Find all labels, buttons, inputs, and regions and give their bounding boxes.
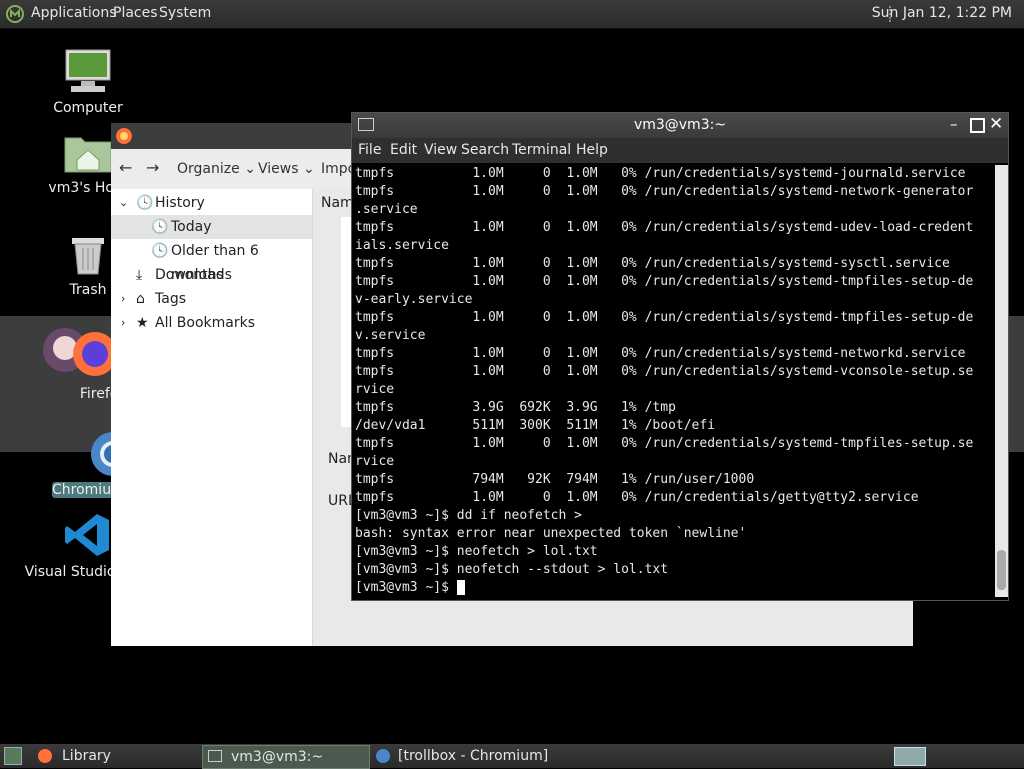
- task-label: [trollbox - Chromium]: [398, 748, 549, 764]
- sidebar-item-today[interactable]: 🕓 Today: [111, 215, 312, 239]
- computer-icon: [65, 49, 111, 92]
- clock-icon: 🕓: [151, 219, 169, 235]
- task-chromium[interactable]: [trollbox - Chromium]: [372, 745, 622, 767]
- clock-icon: 🕓: [151, 243, 169, 259]
- desktop-icon-label: Visual Studio: [24, 564, 116, 580]
- menu-view[interactable]: View: [424, 142, 457, 158]
- sidebar-item-label: Downloads: [155, 267, 232, 283]
- show-desktop-icon[interactable]: [4, 747, 22, 765]
- terminal-output[interactable]: tmpfs 1.0M 0 1.0M 0% /run/credentials/sy…: [352, 165, 995, 597]
- sidebar-item-all-bookmarks[interactable]: › ★ All Bookmarks: [111, 311, 312, 335]
- import-menu[interactable]: Impo: [321, 161, 356, 177]
- chevron-down-icon[interactable]: ⌄: [119, 191, 128, 215]
- tag-icon: ⌂: [136, 291, 145, 307]
- clock[interactable]: Sun Jan 12, 1:22 PM: [872, 5, 1012, 21]
- clock-icon: 🕓: [136, 195, 154, 211]
- places-menu[interactable]: Places: [113, 5, 158, 21]
- forward-button[interactable]: →: [146, 158, 159, 177]
- task-terminal[interactable]: vm3@vm3:~: [202, 745, 370, 769]
- chevron-right-icon[interactable]: ›: [121, 287, 125, 311]
- chromium-icon: [91, 432, 135, 476]
- terminal-titlebar[interactable]: vm3@vm3:~ – ✕: [352, 113, 1008, 138]
- terminal-window: vm3@vm3:~ – ✕ File Edit View Search Term…: [352, 113, 1008, 600]
- terminal-title: vm3@vm3:~: [633, 117, 727, 133]
- system-menu[interactable]: System: [159, 5, 211, 21]
- views-menu[interactable]: Views ⌄: [258, 161, 315, 177]
- task-label: Library: [62, 748, 111, 764]
- vscode-icon: [65, 514, 109, 556]
- terminal-icon: [208, 750, 222, 762]
- home-folder-icon: [64, 137, 112, 173]
- scrollbar-thumb[interactable]: [997, 550, 1006, 590]
- terminal-scrollbar[interactable]: [995, 165, 1008, 597]
- organize-label: Organize: [177, 161, 240, 177]
- terminal-menubar: File Edit View Search Terminal Help: [352, 138, 1008, 163]
- minimize-icon[interactable]: –: [950, 115, 958, 133]
- sidebar-item-history[interactable]: ⌄ 🕓 History: [111, 191, 312, 215]
- desktop-icon-label: Computer: [53, 100, 123, 116]
- terminal-lines: tmpfs 1.0M 0 1.0M 0% /run/credentials/sy…: [355, 166, 974, 595]
- cursor: [456, 580, 465, 595]
- close-icon[interactable]: ✕: [989, 114, 1003, 134]
- sidebar-item-label: Tags: [155, 291, 186, 307]
- menu-search[interactable]: Search: [461, 142, 509, 158]
- top-panel: Applications Places System Sun Jan 12, 1…: [0, 0, 1024, 29]
- sidebar-item-older[interactable]: 🕓 Older than 6 months: [111, 239, 312, 283]
- library-sidebar: ⌄ 🕓 History 🕓 Today 🕓 Older than 6 month…: [111, 189, 313, 646]
- menu-edit[interactable]: Edit: [390, 142, 417, 158]
- menu-terminal[interactable]: Terminal: [512, 142, 571, 158]
- views-label: Views: [258, 161, 299, 177]
- trash-icon: [72, 238, 104, 275]
- maximize-icon[interactable]: [970, 118, 985, 133]
- star-icon: ★: [136, 315, 149, 331]
- terminal-text: tmpfs 1.0M 0 1.0M 0% /run/credentials/sy…: [352, 165, 995, 597]
- sidebar-item-label: History: [155, 195, 205, 211]
- mate-logo-icon[interactable]: [6, 5, 24, 23]
- desktop-icon-vscode[interactable]: Visual Studio: [20, 512, 120, 580]
- sidebar-item-label: Today: [171, 219, 212, 235]
- menu-help[interactable]: Help: [576, 142, 608, 158]
- bottom-panel: Library vm3@vm3:~ [trollbox - Chromium]: [0, 744, 1024, 769]
- task-library[interactable]: Library: [34, 745, 194, 767]
- firefox-icon: [116, 128, 132, 144]
- chevron-down-icon: ⌄: [302, 161, 315, 177]
- menu-file[interactable]: File: [358, 142, 381, 158]
- workspace-switcher[interactable]: [894, 747, 926, 766]
- download-icon: ⤓: [136, 267, 143, 283]
- chromium-icon: [376, 749, 390, 763]
- applications-menu[interactable]: Applications: [31, 5, 117, 21]
- chevron-right-icon[interactable]: ›: [121, 311, 125, 335]
- task-label: vm3@vm3:~: [231, 749, 324, 765]
- sidebar-item-downloads[interactable]: ⤓ Downloads: [111, 263, 312, 287]
- desktop-icon-computer[interactable]: Computer: [38, 48, 138, 116]
- sidebar-item-tags[interactable]: › ⌂ Tags: [111, 287, 312, 311]
- chevron-down-icon: ⌄: [244, 161, 256, 177]
- firefox-icon: [38, 749, 52, 763]
- back-button[interactable]: ←: [119, 158, 132, 177]
- organize-menu[interactable]: Organize ⌄: [177, 161, 256, 177]
- sidebar-item-label: All Bookmarks: [155, 315, 256, 331]
